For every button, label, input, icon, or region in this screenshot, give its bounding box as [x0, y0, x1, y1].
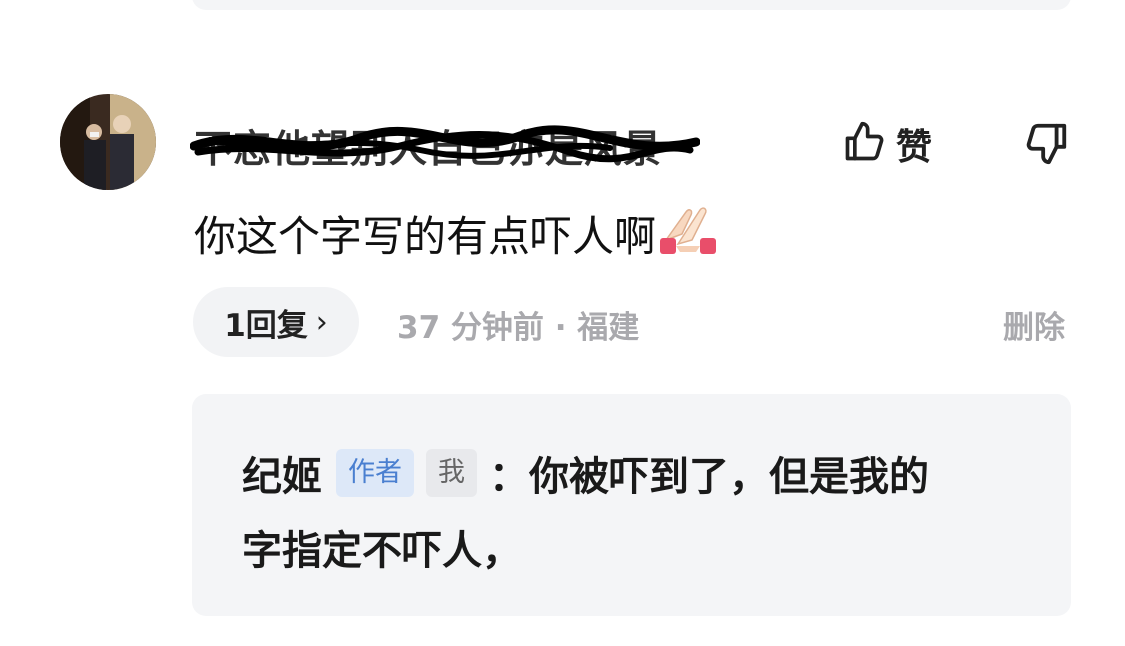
avatar[interactable] [60, 94, 156, 190]
delete-button[interactable]: 删除 [1003, 302, 1065, 347]
reply-count-label: 1回复 [224, 307, 308, 344]
previous-comment-card [192, 0, 1071, 10]
like-button[interactable]: 赞 [842, 118, 932, 170]
view-replies-button[interactable]: 1回复 › [193, 287, 359, 357]
reply-author-name[interactable]: 纪姬 [242, 444, 322, 502]
comment-text: 你这个字写的有点吓人啊 [194, 200, 720, 266]
reply-text-line-2: 字指定不吓人， [242, 528, 522, 574]
chevron-right-icon: › [315, 304, 328, 340]
comment-meta: 37 分钟前 · 福建 [397, 310, 640, 346]
thumbs-up-icon [842, 120, 886, 168]
comment-body: 你这个字写的有点吓人啊 [194, 211, 657, 261]
reply-line-1: 纪姬 作者 我 ：你被吓到了，但是我的 [242, 444, 929, 502]
username-scribble-overlay [190, 125, 700, 163]
like-label: 赞 [896, 127, 933, 168]
reply-text-line-1: ：你被吓到了，但是我的 [489, 454, 929, 500]
reply-preview-card[interactable]: 纪姬 作者 我 ：你被吓到了，但是我的 字指定不吓人， [192, 394, 1071, 616]
thumbs-down-icon [1024, 123, 1070, 170]
me-badge: 我 [426, 449, 477, 497]
clapping-hands-emoji [656, 200, 720, 266]
dislike-button[interactable] [1024, 120, 1070, 170]
author-badge: 作者 [336, 449, 414, 497]
